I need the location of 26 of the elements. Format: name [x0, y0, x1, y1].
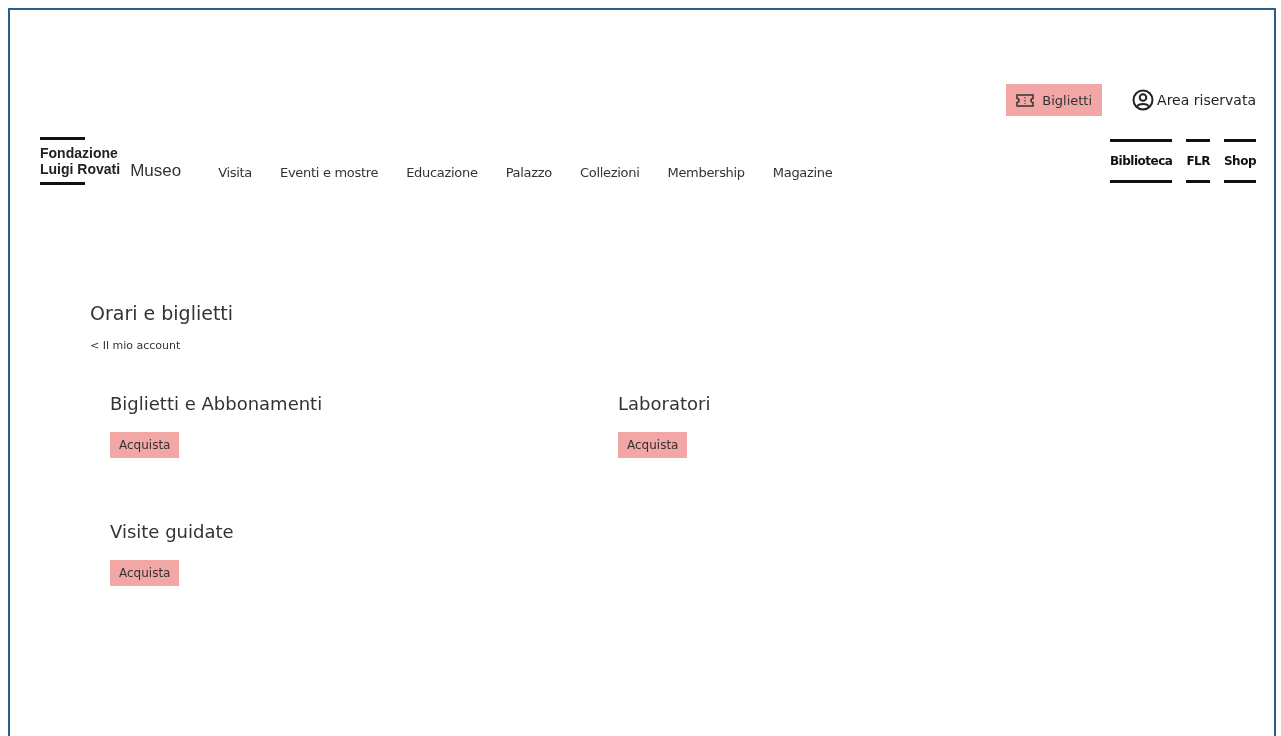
nav-link[interactable]: Palazzo — [505, 164, 552, 180]
nav-link[interactable]: Shop — [1223, 139, 1256, 183]
tickets-button[interactable]: Biglietti — [1006, 84, 1103, 116]
user-icon — [1132, 89, 1155, 111]
section-title: Visite guidate — [110, 521, 235, 542]
nav-link[interactable]: FLR — [1186, 139, 1210, 183]
section-title: Laboratori — [618, 393, 712, 414]
nav-link[interactable]: Eventi e mostre — [280, 164, 379, 180]
nav-link[interactable]: Membership — [667, 164, 745, 180]
nav-link[interactable]: Magazine — [772, 164, 833, 180]
logo-subtitle: Museo — [130, 161, 182, 181]
logo-text: Fondazione — [40, 145, 119, 161]
account-link[interactable]: Area riservata — [1132, 89, 1256, 111]
nav-link[interactable]: Biblioteca — [1109, 139, 1173, 183]
buy-button[interactable]: Acquista — [110, 432, 180, 458]
page-title: Orari e biglietti — [90, 302, 235, 324]
section-title: Biglietti e Abbonamenti — [110, 393, 324, 414]
logo-text: Luigi Rovati — [40, 161, 121, 177]
buy-button[interactable]: Acquista — [618, 432, 688, 458]
ticket-icon — [1016, 93, 1035, 107]
nav-link[interactable]: Educazione — [406, 164, 478, 180]
logo[interactable]: Fondazione Luigi Rovati — [40, 132, 121, 190]
back-link[interactable]: < Il mio account — [90, 339, 181, 352]
nav-link[interactable]: Collezioni — [579, 164, 640, 180]
nav-link[interactable]: Visita — [218, 164, 253, 180]
buy-button[interactable]: Acquista — [110, 560, 180, 586]
